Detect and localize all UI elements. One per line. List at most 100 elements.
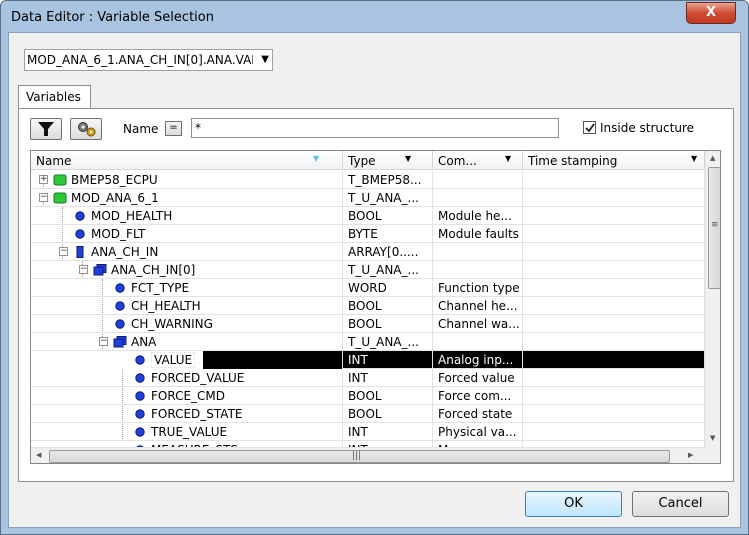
equals-operator-button[interactable]: = (165, 121, 182, 136)
variable-icon (75, 229, 85, 239)
collapse-icon[interactable]: − (59, 247, 68, 256)
timestamping-cell (523, 171, 705, 189)
dropdown-arrow-icon[interactable]: ▼ (261, 54, 269, 65)
comment-cell: Module he... (433, 207, 523, 225)
ok-button[interactable]: OK (525, 491, 622, 517)
comment-cell (433, 189, 523, 207)
scroll-down-icon[interactable]: ▼ (710, 434, 715, 442)
name-cell: VALUE (31, 351, 343, 369)
name-cell: − ANA_CH_IN[0] (31, 261, 343, 279)
selection-highlight (203, 351, 342, 369)
dialog-body: MOD_ANA_6_1.ANA_CH_IN[0].ANA.VALUE ▼ Var… (8, 32, 741, 528)
table-row[interactable]: FORCED_STATE BOOL Forced state (31, 405, 705, 423)
dialog-window: Data Editor : Variable Selection X MOD_A… (0, 0, 749, 535)
variable-icon (115, 283, 125, 293)
type-dropdown-icon: ▼ (405, 154, 412, 163)
comment-cell: Force com... (433, 387, 523, 405)
comment-cell: Module faults (433, 225, 523, 243)
timestamping-cell (523, 423, 705, 441)
variable-icon (115, 319, 125, 329)
table-row[interactable]: MOD_HEALTH BOOL Module he... (31, 207, 705, 225)
variable-name: CH_HEALTH (131, 299, 201, 313)
table-row[interactable]: − MOD_ANA_6_1 T_U_ANA_... (31, 189, 705, 207)
table-row[interactable]: + BMEP58_ECPU T_BMEP58... (31, 171, 705, 189)
inside-structure-label: Inside structure (600, 121, 695, 135)
table-row[interactable]: FCT_TYPE WORD Function type (31, 279, 705, 297)
comment-dropdown-icon: ▼ (505, 154, 512, 163)
checkmark-icon (585, 123, 595, 133)
timestamping-cell (523, 333, 705, 351)
timestamping-cell (523, 207, 705, 225)
name-cell: − ANA (31, 333, 343, 351)
scroll-right-icon[interactable]: ▶ (688, 451, 693, 459)
timestamping-cell (523, 261, 705, 279)
timestamping-cell (523, 387, 705, 405)
comment-cell: Analog inp... (433, 351, 523, 369)
variable-path-dropdown[interactable]: MOD_ANA_6_1.ANA_CH_IN[0].ANA.VALUE ▼ (24, 49, 273, 71)
cancel-button[interactable]: Cancel (632, 491, 729, 517)
variable-name: ANA_CH_IN[0] (111, 263, 196, 277)
name-cell: CH_HEALTH (31, 297, 343, 315)
funnel-icon (38, 122, 54, 136)
variable-name: ANA (131, 335, 157, 349)
column-header-timestamping[interactable]: Time stamping ▼ (523, 151, 705, 170)
table-row[interactable]: − ANA_CH_IN[0] T_U_ANA_... (31, 261, 705, 279)
name-cell: − ANA_CH_IN (31, 243, 343, 261)
variable-icon (135, 355, 145, 365)
table-row[interactable]: − ANA T_U_ANA_... (31, 333, 705, 351)
type-cell: BOOL (343, 297, 433, 315)
comment-cell (433, 261, 523, 279)
comment-cell (433, 333, 523, 351)
timestamping-cell (523, 315, 705, 333)
scroll-up-icon[interactable]: ▲ (710, 154, 715, 162)
variable-icon (115, 301, 125, 311)
name-cell: − MOD_ANA_6_1 (31, 189, 343, 207)
filter-button[interactable] (30, 118, 62, 140)
table-row[interactable]: − ANA_CH_IN ARRAY[0..... (31, 243, 705, 261)
vertical-scrollbar[interactable]: ▲ ≡ ▼ (705, 151, 720, 447)
scroll-left-icon[interactable]: ◀ (36, 451, 41, 459)
table-row[interactable]: FORCE_CMD BOOL Force com... (31, 387, 705, 405)
table-row[interactable]: FORCED_VALUE INT Forced value (31, 369, 705, 387)
horizontal-scroll-thumb[interactable]: ||| (49, 450, 670, 463)
timestamping-cell (523, 243, 705, 261)
column-header-comment[interactable]: Com... ▼ (433, 151, 523, 170)
structure-icon (113, 336, 127, 348)
comment-cell: Physical va... (433, 423, 523, 441)
variable-name: FORCED_STATE (151, 407, 243, 421)
type-cell: T_U_ANA_... (343, 189, 433, 207)
type-cell: BOOL (343, 387, 433, 405)
table-row[interactable]: CH_WARNING BOOL Channel wa... (31, 315, 705, 333)
column-header-name[interactable]: Name ▼ (31, 151, 343, 170)
timestamping-cell (523, 351, 705, 369)
table-row[interactable]: CH_HEALTH BOOL Channel he... (31, 297, 705, 315)
name-cell: MOD_FLT (31, 225, 343, 243)
close-button[interactable]: X (686, 2, 736, 24)
table-row[interactable]: VALUE INT Analog inp... (31, 351, 705, 369)
variable-name: MOD_HEALTH (91, 209, 173, 223)
type-cell: ARRAY[0..... (343, 243, 433, 261)
type-cell: INT (343, 369, 433, 387)
type-cell: T_BMEP58... (343, 171, 433, 189)
grip-icon: ||| (352, 451, 362, 461)
vertical-scroll-thumb[interactable]: ≡ (708, 167, 720, 289)
collapse-icon[interactable]: − (99, 337, 108, 346)
variable-icon (135, 373, 145, 383)
horizontal-scrollbar[interactable]: ◀ ||| ▶ (31, 447, 705, 463)
column-header-type[interactable]: Type ▼ (343, 151, 433, 170)
collapse-icon[interactable]: − (79, 265, 88, 274)
table-row[interactable]: TRUE_VALUE INT Physical va... (31, 423, 705, 441)
tab-variables[interactable]: Variables (18, 85, 91, 109)
table-row[interactable]: MOD_FLT BYTE Module faults (31, 225, 705, 243)
filter-settings-button[interactable] (70, 118, 102, 140)
variable-name: FORCE_CMD (151, 389, 226, 403)
name-filter-input[interactable] (191, 118, 559, 138)
collapse-icon[interactable]: − (39, 193, 48, 202)
variable-name: VALUE (151, 352, 196, 368)
window-title: Data Editor : Variable Selection (11, 10, 214, 25)
inside-structure-checkbox[interactable] (583, 121, 596, 134)
comment-cell (433, 171, 523, 189)
expand-icon[interactable]: + (39, 175, 48, 184)
title-bar: Data Editor : Variable Selection X (1, 1, 748, 33)
comment-cell: Forced state (433, 405, 523, 423)
